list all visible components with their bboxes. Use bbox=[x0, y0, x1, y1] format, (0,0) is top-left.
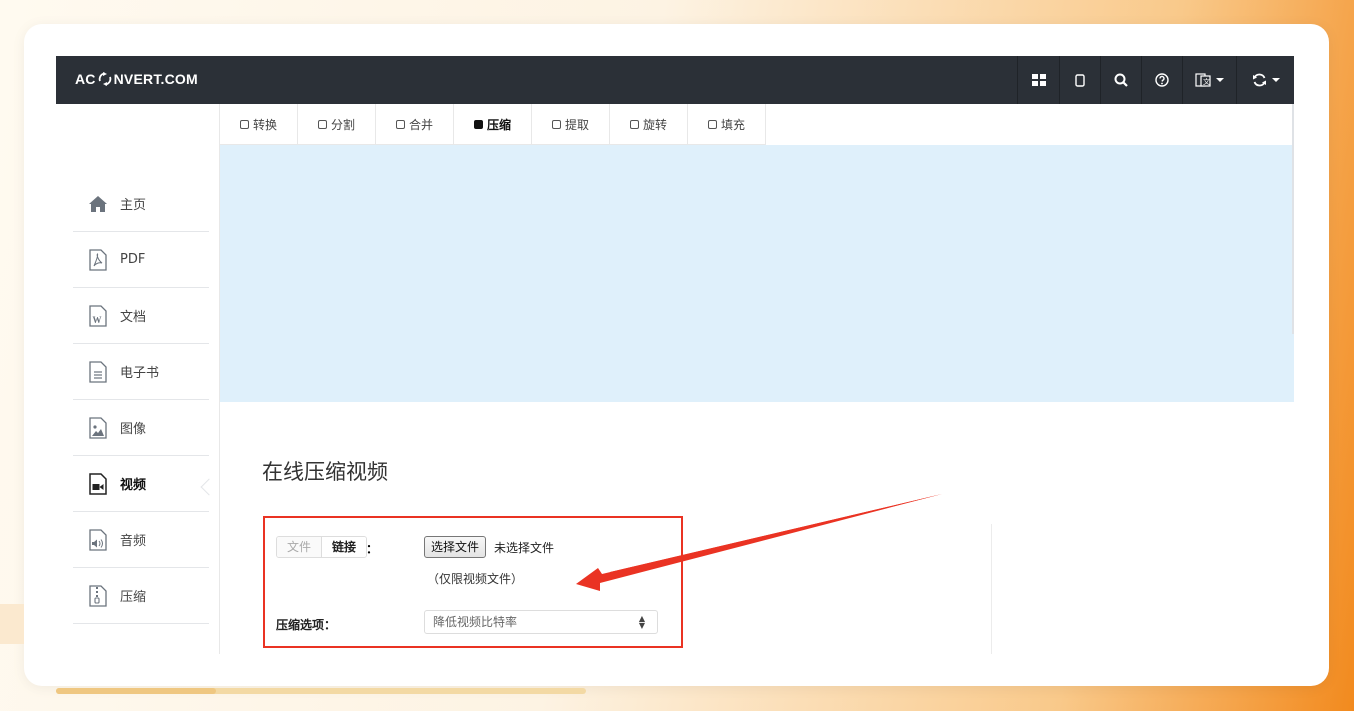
sidebar-item-label: 文档 bbox=[120, 310, 147, 325]
checkbox-icon bbox=[239, 120, 249, 129]
tab-label: 压缩 bbox=[486, 118, 511, 132]
checkbox-icon bbox=[629, 120, 639, 129]
logo-text-prefix: AC bbox=[75, 71, 96, 87]
logo-text-suffix: NVERT.COM bbox=[113, 71, 198, 87]
sidebar-item-label: 主页 bbox=[120, 198, 147, 213]
tab-label: 旋转 bbox=[642, 118, 667, 132]
sidebar-item-home[interactable]: 主页 bbox=[73, 176, 209, 232]
navbar-icons: 文 bbox=[1017, 56, 1294, 104]
sidebar-item-archive[interactable]: 压缩 bbox=[73, 568, 209, 624]
audio-icon bbox=[87, 528, 109, 551]
svg-text:文: 文 bbox=[1203, 77, 1210, 86]
sidebar-item-pdf[interactable]: PDF bbox=[73, 232, 209, 288]
sidebar-item-label: 音频 bbox=[120, 534, 147, 549]
ebook-icon bbox=[87, 360, 109, 383]
ad-placeholder bbox=[220, 145, 1294, 402]
language-dropdown[interactable]: 文 bbox=[1182, 56, 1236, 104]
sidebar-item-ebooks[interactable]: 电子书 bbox=[73, 344, 209, 400]
checkbox-icon bbox=[395, 120, 405, 129]
tab-pad[interactable]: 填充 bbox=[688, 104, 766, 145]
site-logo[interactable]: AC NVERT.COM bbox=[75, 71, 198, 87]
pdf-icon bbox=[87, 248, 109, 271]
refresh-dropdown[interactable] bbox=[1236, 56, 1294, 104]
tab-label: 转换 bbox=[252, 118, 277, 132]
refresh-icon bbox=[1252, 73, 1267, 87]
tab-label: 提取 bbox=[564, 118, 589, 132]
search-button[interactable] bbox=[1100, 56, 1141, 104]
archive-icon bbox=[87, 584, 109, 607]
tab-rotate[interactable]: 旋转 bbox=[610, 104, 688, 145]
sidebar-item-label: 压缩 bbox=[120, 590, 147, 605]
sidebar-item-documents[interactable]: W 文档 bbox=[73, 288, 209, 344]
help-icon bbox=[1155, 73, 1169, 87]
sidebar-item-label: PDF bbox=[120, 252, 146, 267]
tab-split[interactable]: 分割 bbox=[298, 104, 376, 145]
chevron-down-icon bbox=[1216, 78, 1224, 82]
sidebar-item-images[interactable]: 图像 bbox=[73, 400, 209, 456]
tab-label: 合并 bbox=[408, 118, 433, 132]
tab-convert[interactable]: 转换 bbox=[220, 104, 298, 145]
checkbox-icon bbox=[317, 120, 327, 129]
svg-text:W: W bbox=[93, 315, 102, 325]
decor-bar bbox=[0, 604, 24, 644]
convert-arrows-icon bbox=[98, 72, 112, 86]
sidebar-nav: 主页 PDF W 文档 电子书 图像 视频 音频 压缩 bbox=[73, 176, 209, 624]
tab-extract[interactable]: 提取 bbox=[532, 104, 610, 145]
tablet-button[interactable] bbox=[1059, 56, 1100, 104]
home-icon bbox=[87, 193, 109, 215]
chevron-down-icon bbox=[1271, 78, 1280, 82]
tool-tabs: 转换 分割 合并 压缩 提取 旋转 填充 bbox=[220, 104, 766, 145]
sidebar-item-label: 视频 bbox=[120, 478, 147, 493]
sidebar-item-audio[interactable]: 音频 bbox=[73, 512, 209, 568]
page-title: 在线压缩视频 bbox=[262, 460, 388, 484]
tab-label: 填充 bbox=[720, 118, 745, 132]
grid-button[interactable] bbox=[1017, 56, 1059, 104]
language-icon: 文 bbox=[1195, 73, 1211, 87]
help-button[interactable] bbox=[1141, 56, 1182, 104]
sidebar-item-label: 图像 bbox=[120, 422, 147, 437]
image-icon bbox=[87, 416, 109, 439]
tab-compress[interactable]: 压缩 bbox=[454, 104, 532, 145]
tab-merge[interactable]: 合并 bbox=[376, 104, 454, 145]
checkbox-icon bbox=[551, 120, 561, 129]
checkbox-checked-icon bbox=[473, 120, 483, 129]
top-navbar: AC NVERT.COM 文 bbox=[56, 56, 1294, 104]
scrollbar[interactable] bbox=[1292, 104, 1294, 334]
video-icon bbox=[87, 472, 109, 495]
sidebar-item-label: 电子书 bbox=[120, 366, 160, 381]
tab-label: 分割 bbox=[330, 118, 355, 132]
grid-icon bbox=[1031, 74, 1046, 86]
search-icon bbox=[1114, 73, 1128, 87]
annotation-arrow bbox=[576, 494, 942, 591]
checkbox-icon bbox=[707, 120, 717, 129]
decor-bar bbox=[56, 688, 216, 694]
tablet-icon bbox=[1075, 73, 1085, 87]
word-doc-icon: W bbox=[87, 304, 109, 327]
sidebar-item-video[interactable]: 视频 bbox=[73, 456, 209, 512]
